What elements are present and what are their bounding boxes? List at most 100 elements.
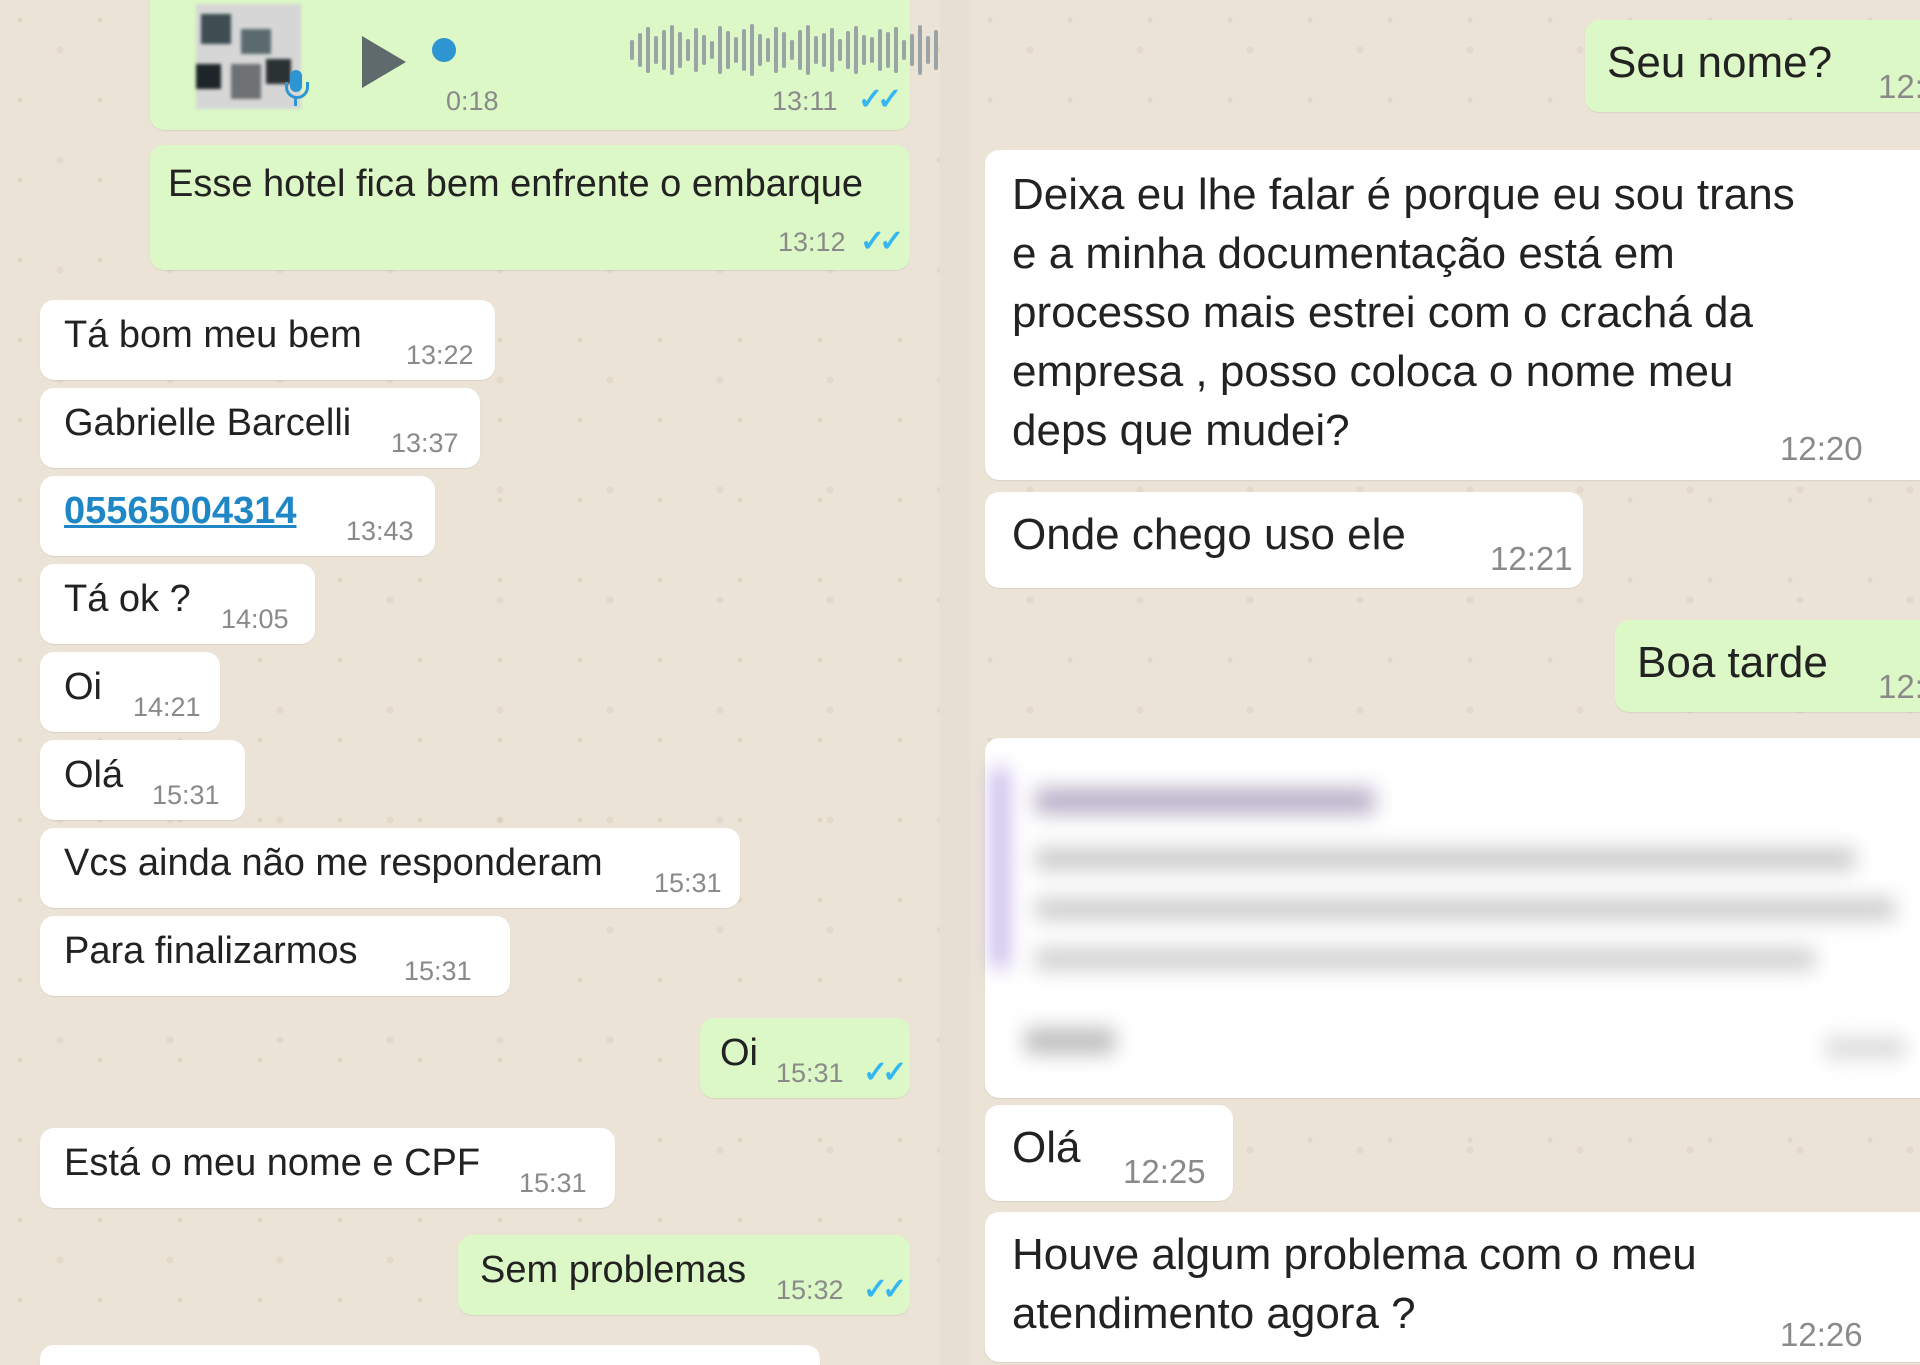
incoming-message[interactable]: Houve algum problema com o meu atendimen…	[985, 1212, 1920, 1362]
redacted-reply-message[interactable]	[985, 738, 1920, 1098]
message-time: 12:	[1878, 668, 1920, 705]
double-check-icon: ✓✓	[860, 225, 904, 258]
incoming-message[interactable]: Olá 15:31	[40, 740, 245, 820]
incoming-message[interactable]: 05565004314 13:43	[40, 476, 435, 556]
incoming-message[interactable]: Deixa eu lhe falar é porque eu sou trans…	[985, 150, 1920, 480]
waveform-bar	[694, 28, 698, 72]
message-time: 12:25	[1123, 1153, 1206, 1190]
outgoing-message[interactable]: Sem problemas 15:32 ✓✓	[458, 1235, 910, 1315]
message-text: Tá ok ?	[64, 578, 191, 620]
message-time: 15:31	[654, 868, 722, 898]
play-icon[interactable]	[362, 36, 406, 88]
waveform-bar	[662, 30, 666, 70]
panel-divider	[940, 0, 970, 1365]
waveform-bar	[870, 37, 874, 63]
waveform-bar	[822, 33, 826, 67]
waveform-bar	[838, 39, 842, 61]
outgoing-message[interactable]: Esse hotel fica bem enfrente o embarque …	[150, 145, 910, 270]
redacted-content	[985, 758, 1920, 1088]
outgoing-message[interactable]: Oi 15:31 ✓✓	[700, 1018, 910, 1098]
message-text: Olá	[64, 754, 124, 796]
incoming-message-partial[interactable]	[40, 1345, 820, 1365]
right-chat-panel: Seu nome? 12: Deixa eu lhe falar é porqu…	[970, 0, 1920, 1365]
waveform-bar	[750, 24, 754, 76]
message-line: processo mais estrei com o crachá da	[1012, 288, 1753, 337]
incoming-message[interactable]: Para finalizarmos 15:31	[40, 916, 510, 996]
waveform-bar	[718, 26, 722, 74]
waveform-bar	[926, 36, 930, 64]
message-time: 13:43	[346, 516, 414, 546]
waveform-bar	[654, 36, 658, 64]
waveform-bar	[782, 32, 786, 68]
message-time: 15:31	[152, 780, 220, 810]
playback-position-dot[interactable]	[432, 38, 456, 62]
message-time: 13:11	[772, 86, 838, 116]
waveform-bar	[918, 25, 922, 75]
message-text: Oi	[64, 666, 102, 708]
message-text: Vcs ainda não me responderam	[64, 842, 603, 884]
waveform-bar	[790, 40, 794, 60]
message-line: atendimento agora ?	[1012, 1289, 1416, 1338]
message-time: 13:12	[778, 227, 846, 257]
waveform-bar	[886, 32, 890, 68]
incoming-message[interactable]: Onde chego uso ele 12:21	[985, 492, 1583, 588]
audio-waveform[interactable]	[630, 24, 940, 76]
waveform-bar	[670, 25, 674, 75]
message-time: 14:21	[133, 692, 201, 722]
waveform-bar	[894, 27, 898, 73]
waveform-bar	[902, 40, 906, 60]
message-line: e a minha documentação está em	[1012, 229, 1675, 278]
redacted-line	[1035, 848, 1855, 870]
waveform-bar	[630, 40, 634, 60]
message-time: 13:22	[406, 340, 474, 370]
waveform-bar	[798, 30, 802, 70]
message-time: 15:31	[404, 956, 472, 986]
message-line: deps que mudei?	[1012, 406, 1350, 455]
message-text: Boa tarde	[1637, 638, 1828, 687]
redacted-line	[1025, 1028, 1115, 1054]
left-chat-panel: 0:18 13:11 ✓✓ Esse hotel fica bem enfren…	[0, 0, 940, 1365]
waveform-bar	[734, 37, 738, 63]
outgoing-message[interactable]: Seu nome? 12:	[1585, 20, 1920, 112]
incoming-message[interactable]: Tá bom meu bem 13:22	[40, 300, 495, 380]
message-line: Houve algum problema com o meu	[1012, 1230, 1697, 1279]
message-line: empresa , posso coloca o nome meu	[1012, 347, 1734, 396]
incoming-message[interactable]: Olá 12:25	[985, 1105, 1233, 1201]
redacted-line	[1035, 898, 1895, 920]
message-line: Deixa eu lhe falar é porque eu sou trans	[1012, 170, 1795, 219]
waveform-bar	[862, 35, 866, 65]
waveform-bar	[830, 28, 834, 72]
waveform-bar	[854, 26, 858, 74]
incoming-message[interactable]: Tá ok ? 14:05	[40, 564, 315, 644]
double-check-icon: ✓✓	[863, 1273, 907, 1306]
redacted-line	[1825, 1038, 1905, 1058]
outgoing-message[interactable]: Boa tarde 12:	[1615, 620, 1920, 712]
message-time: 12:21	[1490, 540, 1573, 577]
message-time: 12:26	[1780, 1316, 1863, 1353]
waveform-bar	[806, 25, 810, 75]
waveform-bar	[710, 41, 714, 59]
incoming-message[interactable]: Está o meu nome e CPF 15:31	[40, 1128, 615, 1208]
microphone-icon	[285, 70, 309, 108]
message-time: 12:20	[1780, 430, 1863, 467]
incoming-message[interactable]: Vcs ainda não me responderam 15:31	[40, 828, 740, 908]
incoming-message[interactable]: Oi 14:21	[40, 652, 220, 732]
waveform-bar	[878, 29, 882, 71]
message-time: 15:31	[776, 1058, 844, 1088]
voice-message-bubble[interactable]: 0:18 13:11 ✓✓	[150, 0, 938, 130]
message-time: 13:37	[391, 428, 459, 458]
message-time: 12:	[1878, 68, 1920, 105]
waveform-bar	[766, 38, 770, 62]
message-text: Gabrielle Barcelli	[64, 402, 352, 444]
phone-number-link[interactable]: 05565004314	[64, 490, 296, 533]
message-text: Sem problemas	[480, 1249, 747, 1291]
double-check-icon: ✓✓	[863, 1056, 907, 1089]
incoming-message[interactable]: Gabrielle Barcelli 13:37	[40, 388, 480, 468]
message-text: Tá bom meu bem	[64, 314, 362, 356]
message-text: Esse hotel fica bem enfrente o embarque	[168, 163, 863, 205]
voice-duration: 0:18	[446, 86, 499, 116]
waveform-bar	[686, 39, 690, 61]
waveform-bar	[774, 27, 778, 73]
reply-quote-bar	[993, 768, 1007, 968]
waveform-bar	[758, 34, 762, 66]
